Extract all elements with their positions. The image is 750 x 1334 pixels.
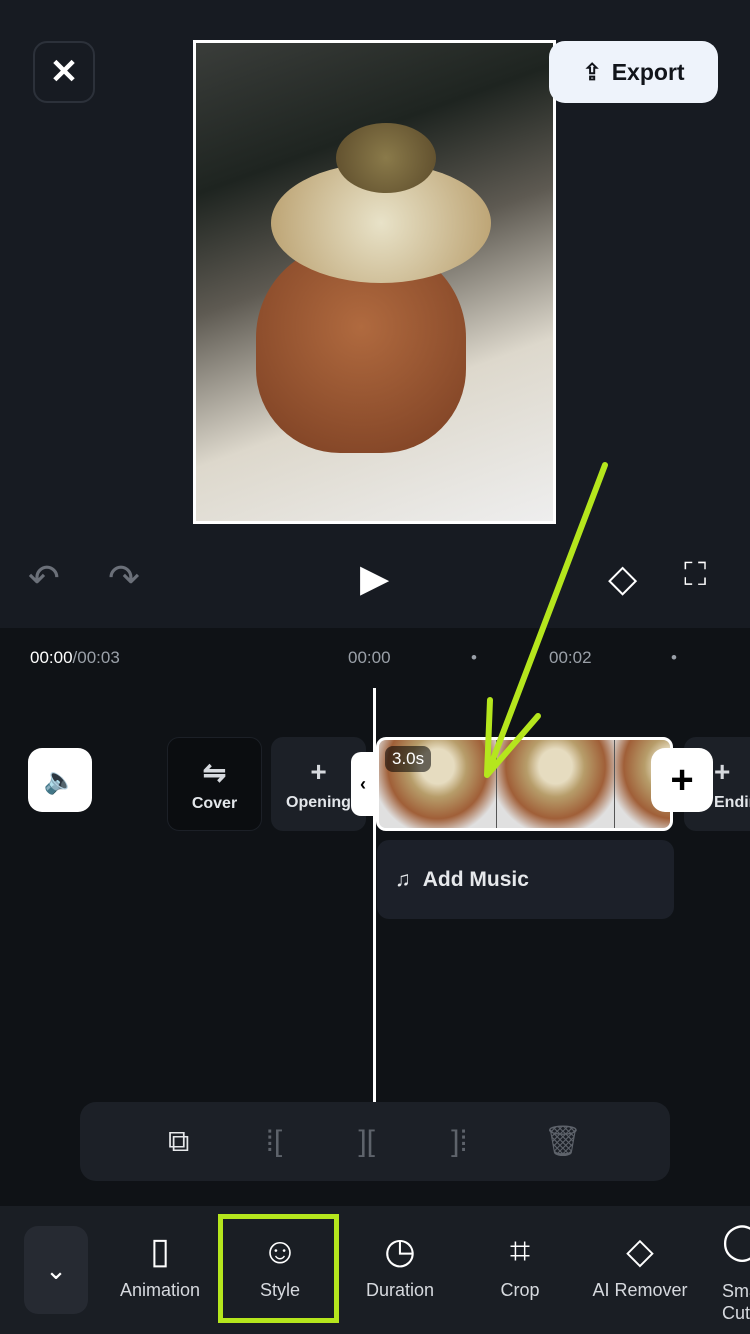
swap-icon: ⇋ xyxy=(202,756,227,788)
undo-icon[interactable]: ↶ xyxy=(28,556,60,601)
video-clip[interactable]: 3.0s xyxy=(376,737,673,831)
clip-trim-handle[interactable]: ‹ xyxy=(351,752,375,816)
time-readout: 00:00/00:03 xyxy=(30,648,120,667)
speaker-icon: 🔈 xyxy=(43,764,77,795)
upload-icon: ⇪ xyxy=(582,58,602,85)
video-preview[interactable] xyxy=(193,40,556,524)
redo-icon[interactable]: ↷ xyxy=(108,556,140,601)
tick-label: 00:00 xyxy=(348,648,391,667)
highlight-box xyxy=(218,1214,339,1323)
close-icon: ✕ xyxy=(49,53,79,91)
animation-icon: ▯ xyxy=(150,1230,170,1271)
ai-eraser-icon: ◇ xyxy=(626,1230,654,1271)
play-icon[interactable]: ▶ xyxy=(360,556,389,601)
photo-pistachios xyxy=(336,123,436,193)
clip-frame xyxy=(497,740,615,828)
plus-icon: + xyxy=(714,756,731,787)
close-button[interactable]: ✕ xyxy=(33,41,95,103)
split-left-icon[interactable]: ⁞[ xyxy=(266,1125,283,1159)
tick-label: 00:02 xyxy=(549,648,592,667)
clip-edit-bar: ⧉ ⁞[ ][ ]⁞ 🗑 xyxy=(80,1102,670,1181)
mute-button[interactable]: 🔈 xyxy=(28,748,92,812)
clip-duration: 3.0s xyxy=(385,746,432,772)
add-music-button[interactable]: ♫ Add Music xyxy=(377,840,674,919)
tool-ai-remover[interactable]: ◇ AI Remover xyxy=(580,1230,700,1301)
keyframe-add-icon[interactable]: ◇ xyxy=(608,556,637,601)
tool-crop[interactable]: ⌗ Crop xyxy=(460,1230,580,1301)
add-clip-button[interactable]: + xyxy=(651,748,713,812)
playhead[interactable] xyxy=(373,688,376,1102)
delete-icon[interactable]: 🗑 xyxy=(544,1124,582,1159)
crop-icon: ⌗ xyxy=(509,1230,531,1271)
cover-button[interactable]: ⇋ Cover xyxy=(167,737,262,831)
split-icon[interactable]: ][ xyxy=(358,1125,375,1159)
music-add-icon: ♫ xyxy=(395,867,411,891)
export-button[interactable]: ⇪ Export xyxy=(549,41,718,103)
tool-animation[interactable]: ▯ Animation xyxy=(100,1230,220,1301)
tick-dot: • xyxy=(471,648,477,667)
chevron-down-icon: ⌄ xyxy=(45,1254,67,1285)
plus-icon: + xyxy=(670,757,694,802)
smart-cut-icon: ◯ xyxy=(722,1220,750,1261)
collapse-button[interactable]: ⌄ xyxy=(24,1226,88,1314)
clock-icon: ◷ xyxy=(384,1230,416,1271)
plus-icon: + xyxy=(310,756,327,787)
tool-duration[interactable]: ◷ Duration xyxy=(340,1230,460,1301)
tool-smart-cut[interactable]: ◯Smart Cut xyxy=(722,1220,750,1324)
split-right-icon[interactable]: ]⁞ xyxy=(451,1125,468,1159)
duplicate-icon[interactable]: ⧉ xyxy=(168,1125,189,1159)
tick-dot: • xyxy=(671,648,677,667)
fullscreen-icon[interactable]: ⛶ xyxy=(684,556,706,594)
